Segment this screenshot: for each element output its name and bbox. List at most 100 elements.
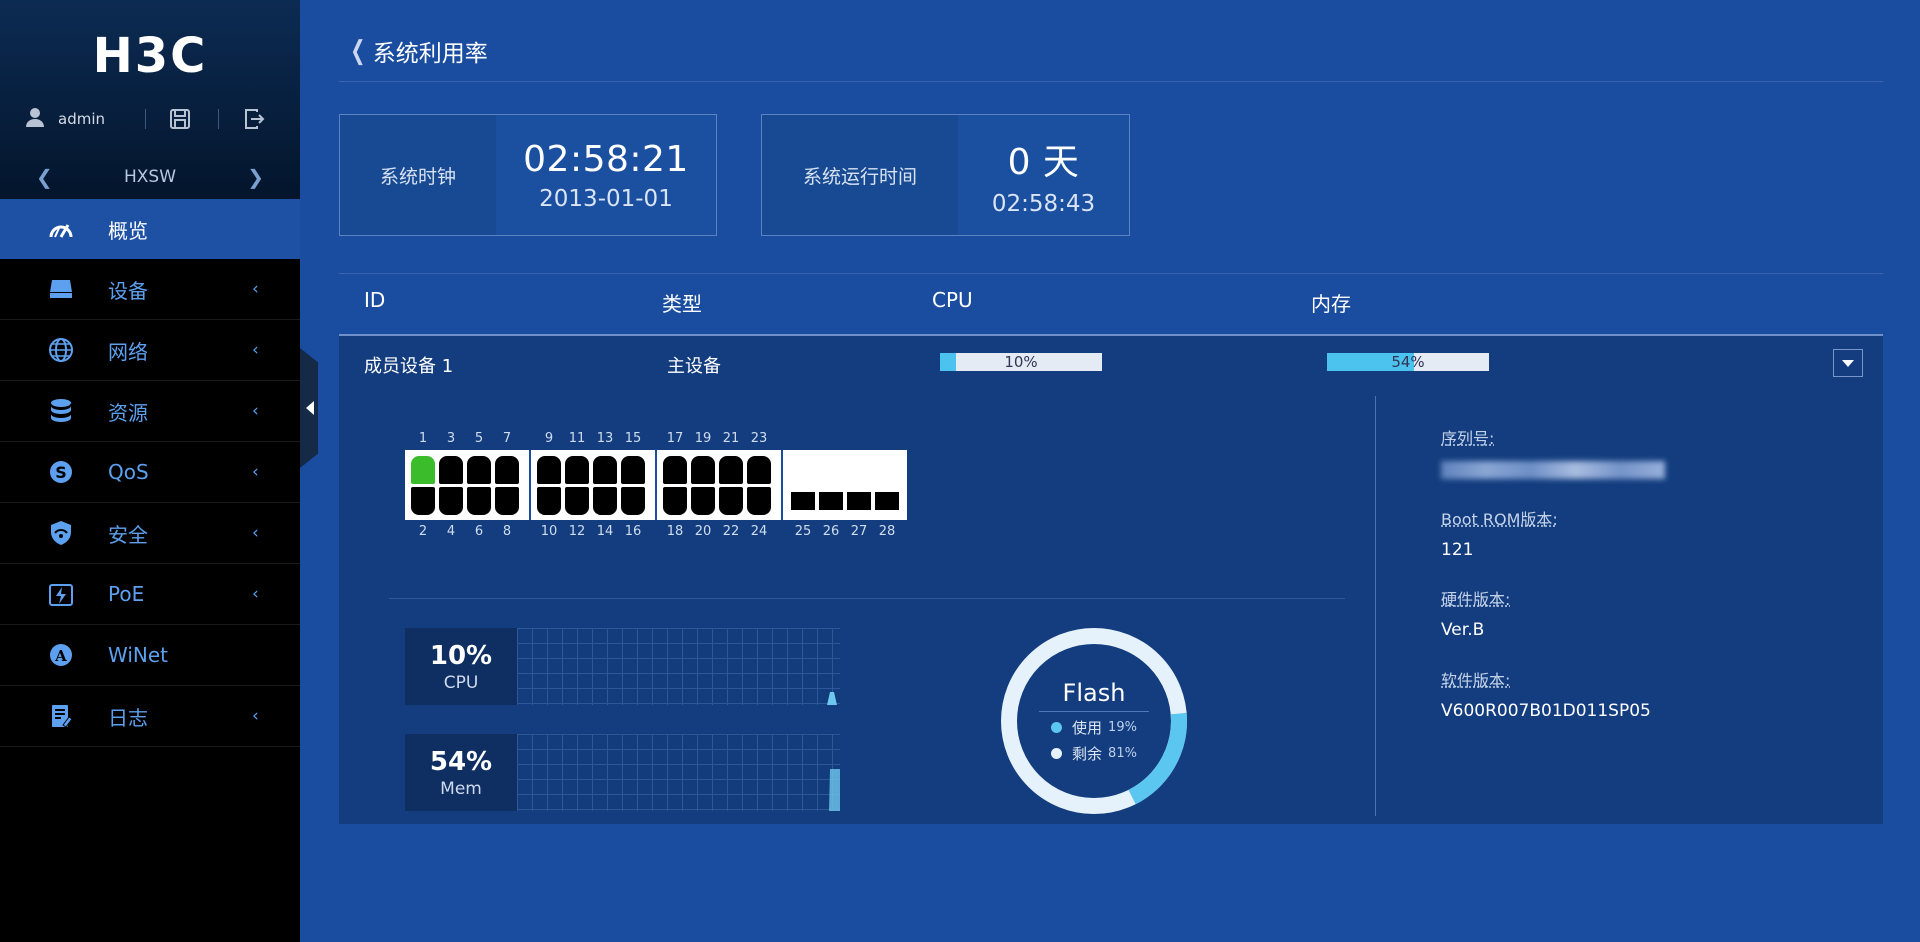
serial-label: 序列号: — [1441, 429, 1495, 448]
port-number: 26 — [822, 524, 840, 539]
sidebar-item-label: 资源 — [108, 400, 148, 425]
port-19[interactable] — [691, 456, 715, 484]
sidebar-item-2[interactable]: 网络 ‹ — [0, 320, 300, 381]
flash-legend: Flash 使用 19% 剩余 81% — [999, 626, 1189, 816]
port-number: 12 — [568, 524, 586, 539]
winet-icon: A — [48, 642, 74, 668]
port-18[interactable] — [663, 487, 687, 515]
hardware-version-info: 硬件版本: Ver.B — [1441, 586, 1510, 640]
port-2[interactable] — [411, 487, 435, 515]
cpu-mini-chart: 10% CPU — [405, 628, 840, 705]
port-23[interactable] — [747, 456, 771, 484]
chevron-left-icon: ‹ — [252, 584, 259, 604]
sfp-port-26[interactable] — [819, 492, 843, 510]
prev-device-icon[interactable]: ❮ — [36, 165, 53, 189]
save-icon[interactable] — [169, 108, 191, 134]
port-8[interactable] — [495, 487, 519, 515]
hardware-label: 硬件版本: — [1441, 590, 1511, 609]
sidebar-collapse-toggle[interactable] — [300, 348, 318, 468]
dashboard-icon — [48, 216, 74, 242]
port-number: 6 — [474, 524, 484, 539]
device-switcher: ❮ HXSW ❯ — [0, 162, 300, 192]
switch-port-panel: 1 3 5 7 2 4 6 8 9 11 13 15 10 12 14 16 17 19 21 23 18 20 22 24 2… — [405, 431, 907, 539]
member-type: 主设备 — [667, 356, 721, 377]
sidebar-item-7[interactable]: A WiNet — [0, 625, 300, 686]
port-5[interactable] — [467, 456, 491, 484]
port-number: 7 — [502, 431, 512, 446]
port-number: 27 — [850, 524, 868, 539]
mem-history-grid — [517, 734, 840, 811]
port-6[interactable] — [467, 487, 491, 515]
h3c-logo: H3C — [0, 28, 300, 84]
mem-mini-label: 54% Mem — [405, 734, 517, 811]
col-cpu: CPU — [932, 288, 973, 312]
system-clock-card: 系统时钟 02:58:21 2013-01-01 — [339, 114, 717, 236]
used-dot — [1051, 721, 1063, 733]
port-1[interactable] — [411, 456, 435, 484]
collapse-arrow-icon — [306, 401, 314, 415]
svg-text:S: S — [55, 463, 67, 482]
divider — [218, 109, 219, 129]
sfp-port-27[interactable] — [847, 492, 871, 510]
cpu-history-line — [827, 692, 837, 705]
port-15[interactable] — [621, 456, 645, 484]
sidebar-item-5[interactable]: 安全 ‹ — [0, 503, 300, 564]
sidebar-item-3[interactable]: 资源 ‹ — [0, 381, 300, 442]
software-version-info: 软件版本: V600R007B01D011SP05 — [1441, 667, 1651, 721]
table-header: ID 类型 CPU 内存 — [339, 288, 1883, 318]
uptime-value: 0 天 02:58:43 — [958, 115, 1129, 235]
port-7[interactable] — [495, 456, 519, 484]
sidebar-item-6[interactable]: PoE ‹ — [0, 564, 300, 625]
port-13[interactable] — [593, 456, 617, 484]
port-17[interactable] — [663, 456, 687, 484]
next-device-icon[interactable]: ❯ — [247, 165, 264, 189]
back-icon[interactable]: ❮ — [350, 36, 365, 66]
divider — [1375, 396, 1376, 816]
table-row[interactable]: 成员设备 1 主设备 10% 54% — [339, 336, 1883, 390]
logout-icon[interactable] — [243, 108, 265, 134]
sidebar-item-label: PoE — [108, 582, 145, 606]
port-24[interactable] — [747, 487, 771, 515]
port-number: 19 — [694, 431, 712, 446]
sidebar-item-1[interactable]: 设备 ‹ — [0, 259, 300, 320]
log-icon — [48, 703, 74, 729]
cpu-label: CPU — [443, 672, 479, 693]
sidebar-item-4[interactable]: S QoS ‹ — [0, 442, 300, 503]
bootrom-value: 121 — [1441, 540, 1474, 560]
divider — [145, 109, 146, 129]
software-label: 软件版本: — [1441, 671, 1511, 690]
port-number: 28 — [878, 524, 896, 539]
shield-icon — [48, 520, 74, 546]
sfp-port-group: 25 26 27 28 — [783, 450, 907, 539]
sidebar-item-0[interactable]: 概览 — [0, 199, 300, 259]
port-number: 21 — [722, 431, 740, 446]
port-21[interactable] — [719, 456, 743, 484]
svg-text:H3C: H3C — [93, 28, 208, 80]
sidebar-item-label: WiNet — [108, 643, 168, 667]
bootrom-label: Boot ROM版本: — [1441, 510, 1558, 529]
port-3[interactable] — [439, 456, 463, 484]
port-22[interactable] — [719, 487, 743, 515]
port-20[interactable] — [691, 487, 715, 515]
sfp-port-28[interactable] — [875, 492, 899, 510]
clock-time: 02:58:21 — [523, 138, 689, 180]
port-number: 4 — [446, 524, 456, 539]
port-9[interactable] — [537, 456, 561, 484]
port-14[interactable] — [593, 487, 617, 515]
port-number: 18 — [666, 524, 684, 539]
chevron-left-icon: ‹ — [252, 401, 259, 421]
port-4[interactable] — [439, 487, 463, 515]
port-number: 24 — [750, 524, 768, 539]
sfp-port-25[interactable] — [791, 492, 815, 510]
poe-icon — [48, 581, 74, 607]
port-12[interactable] — [565, 487, 589, 515]
device-icon — [48, 276, 74, 302]
port-16[interactable] — [621, 487, 645, 515]
port-number: 9 — [544, 431, 554, 446]
cpu-usage-bar: 10% — [940, 353, 1102, 371]
port-10[interactable] — [537, 487, 561, 515]
port-11[interactable] — [565, 456, 589, 484]
port-group: 17 19 21 23 18 20 22 24 — [657, 431, 783, 539]
sidebar-item-8[interactable]: 日志 ‹ — [0, 686, 300, 747]
expand-row-button[interactable] — [1833, 349, 1863, 377]
